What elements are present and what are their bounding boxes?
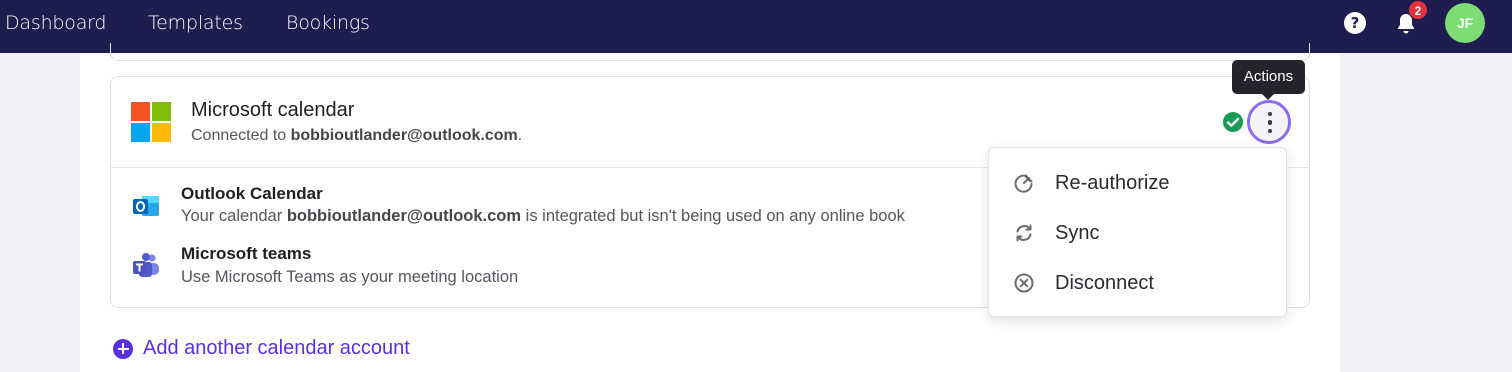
menu-item-label: Re-authorize — [1055, 171, 1170, 194]
help-icon[interactable]: ? — [1344, 12, 1366, 34]
microsoft-logo-icon — [131, 102, 171, 142]
notification-badge: 2 — [1408, 0, 1428, 20]
menu-item-sync[interactable]: Sync — [989, 208, 1286, 258]
microsoft-teams-description: Use Microsoft Teams as your meeting loca… — [181, 268, 519, 286]
plus-circle-icon — [113, 338, 133, 359]
menu-item-label: Disconnect — [1055, 271, 1154, 294]
menu-item-reauthorize[interactable]: Re-authorize — [989, 158, 1286, 208]
add-calendar-account-label: Add another calendar account — [143, 337, 410, 359]
more-vertical-icon — [1267, 111, 1272, 116]
actions-tooltip: Actions — [1232, 60, 1305, 100]
user-avatar[interactable]: JF — [1445, 3, 1485, 43]
nav-bookings[interactable]: Bookings — [286, 12, 370, 34]
sync-icon — [1016, 224, 1032, 242]
x-circle-icon — [1014, 273, 1034, 293]
menu-item-label: Sync — [1055, 221, 1100, 244]
previous-calendar-card — [110, 43, 1310, 61]
outlook-calendar-title: Outlook Calendar — [181, 184, 323, 203]
card-title: Microsoft calendar — [191, 99, 355, 121]
actions-button[interactable] — [1247, 100, 1291, 144]
menu-item-disconnect[interactable]: Disconnect — [989, 258, 1286, 308]
teams-icon — [133, 253, 159, 277]
nav-templates[interactable]: Templates — [148, 12, 243, 34]
outlook-calendar-description: Your calendar bobbioutlander@outlook.com… — [181, 207, 905, 225]
plug-icon — [1014, 174, 1033, 193]
actions-menu: Re-authorize Sync Disconnect — [988, 147, 1287, 317]
microsoft-teams-title: Microsoft teams — [181, 244, 312, 263]
check-circle-icon — [1223, 112, 1243, 132]
add-calendar-account-link[interactable]: Add another calendar account — [113, 337, 410, 360]
outlook-icon — [133, 196, 159, 216]
connected-email: bobbioutlander@outlook.com — [290, 127, 518, 144]
nav-dashboard[interactable]: Dashboard — [5, 12, 106, 34]
card-subtitle: Connected to bobbioutlander@outlook.com. — [191, 127, 523, 144]
